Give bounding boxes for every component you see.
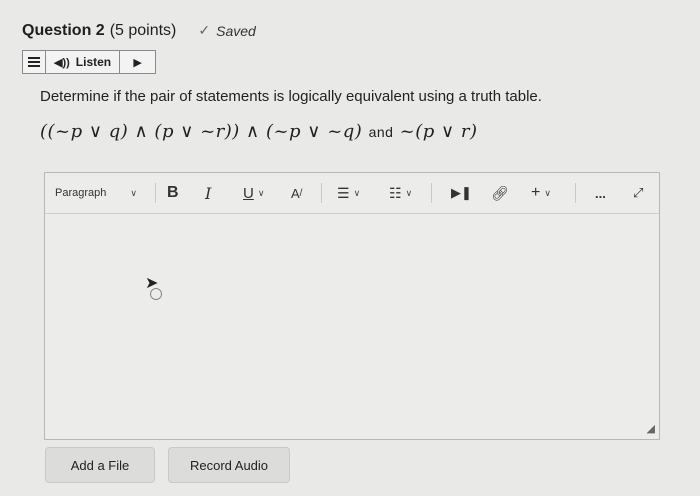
media-icon: ▶❚	[451, 185, 472, 200]
play-icon: ▶	[133, 56, 142, 69]
not-allowed-icon	[150, 288, 162, 300]
formula-connector: and	[368, 124, 394, 140]
chevron-down-icon: ∨	[130, 187, 137, 198]
listen-label: Listen	[75, 55, 112, 69]
play-button[interactable]: ▶	[120, 56, 155, 69]
add-file-button[interactable]: Add a File	[45, 447, 155, 483]
chevron-down-icon: ∨	[544, 187, 551, 198]
answer-editor: Paragraph ∨ B I U ∨ A/ ☰ ∨ ☷ ∨ ▶❚ 🔗︎ +	[44, 172, 660, 440]
editor-text-area[interactable]: ➤ ◢	[45, 214, 659, 439]
font-color-icon: A	[291, 185, 300, 201]
formula-left: ((~p ∨ q) ∧ (p ∨ ~r)) ∧ (~p ∨ ~q)	[40, 121, 363, 142]
formula: ((~p ∨ q) ∧ (p ∨ ~r)) ∧ (~p ∨ ~q) and ~(…	[40, 121, 478, 142]
list-dropdown[interactable]: ☷ ∨	[389, 173, 412, 213]
toolbar-divider	[321, 183, 322, 203]
insert-media-button[interactable]: ▶❚	[451, 173, 472, 213]
paragraph-format-dropdown[interactable]: Paragraph ∨	[55, 173, 137, 213]
chevron-down-icon: ∨	[257, 187, 265, 198]
question-prompt: Determine if the pair of statements is l…	[40, 88, 542, 105]
italic-button[interactable]: I	[205, 173, 211, 213]
record-audio-button[interactable]: Record Audio	[168, 447, 290, 483]
chevron-down-icon: ∨	[405, 187, 413, 198]
formula-right: ~(p ∨ r)	[399, 121, 478, 142]
editor-toolbar: Paragraph ∨ B I U ∨ A/ ☰ ∨ ☷ ∨ ▶❚ 🔗︎ +	[45, 173, 659, 214]
link-icon: 🔗︎	[491, 184, 509, 201]
chevron-down-icon: ∨	[353, 187, 361, 198]
hamburger-menu-icon[interactable]	[23, 51, 46, 73]
underline-dropdown[interactable]: U ∨	[243, 173, 264, 213]
question-title: Question 2	[22, 22, 105, 39]
toolbar-divider	[155, 183, 156, 203]
listen-toolbar: ◀)) Listen ▶	[22, 50, 156, 74]
align-dropdown[interactable]: ☰ ∨	[337, 173, 360, 213]
insert-stuff-dropdown[interactable]: + ∨	[531, 173, 551, 213]
list-icon: ☷	[389, 184, 402, 201]
saved-label: Saved	[216, 22, 256, 39]
resize-handle-icon[interactable]: ◢	[647, 422, 655, 435]
more-options-button[interactable]: ...	[595, 173, 606, 213]
bold-button[interactable]: B	[167, 173, 179, 213]
paragraph-label: Paragraph	[55, 187, 107, 199]
toolbar-divider	[575, 183, 576, 203]
align-icon: ☰	[337, 184, 350, 201]
insert-link-button[interactable]: 🔗︎	[491, 173, 509, 213]
question-header: Question 2 (5 points) ✓ Saved	[22, 22, 256, 40]
plus-icon: +	[531, 184, 541, 201]
check-icon: ✓	[198, 22, 211, 38]
question-points: (5 points)	[109, 22, 177, 39]
speaker-icon: ◀))	[54, 56, 70, 69]
saved-status: ✓ Saved	[198, 22, 255, 39]
font-color-button[interactable]: A /	[291, 173, 302, 213]
toolbar-divider	[431, 183, 432, 203]
underline-label: U	[243, 184, 254, 202]
fullscreen-icon[interactable]: ⤢	[633, 173, 643, 213]
listen-button[interactable]: ◀)) Listen	[46, 51, 121, 73]
